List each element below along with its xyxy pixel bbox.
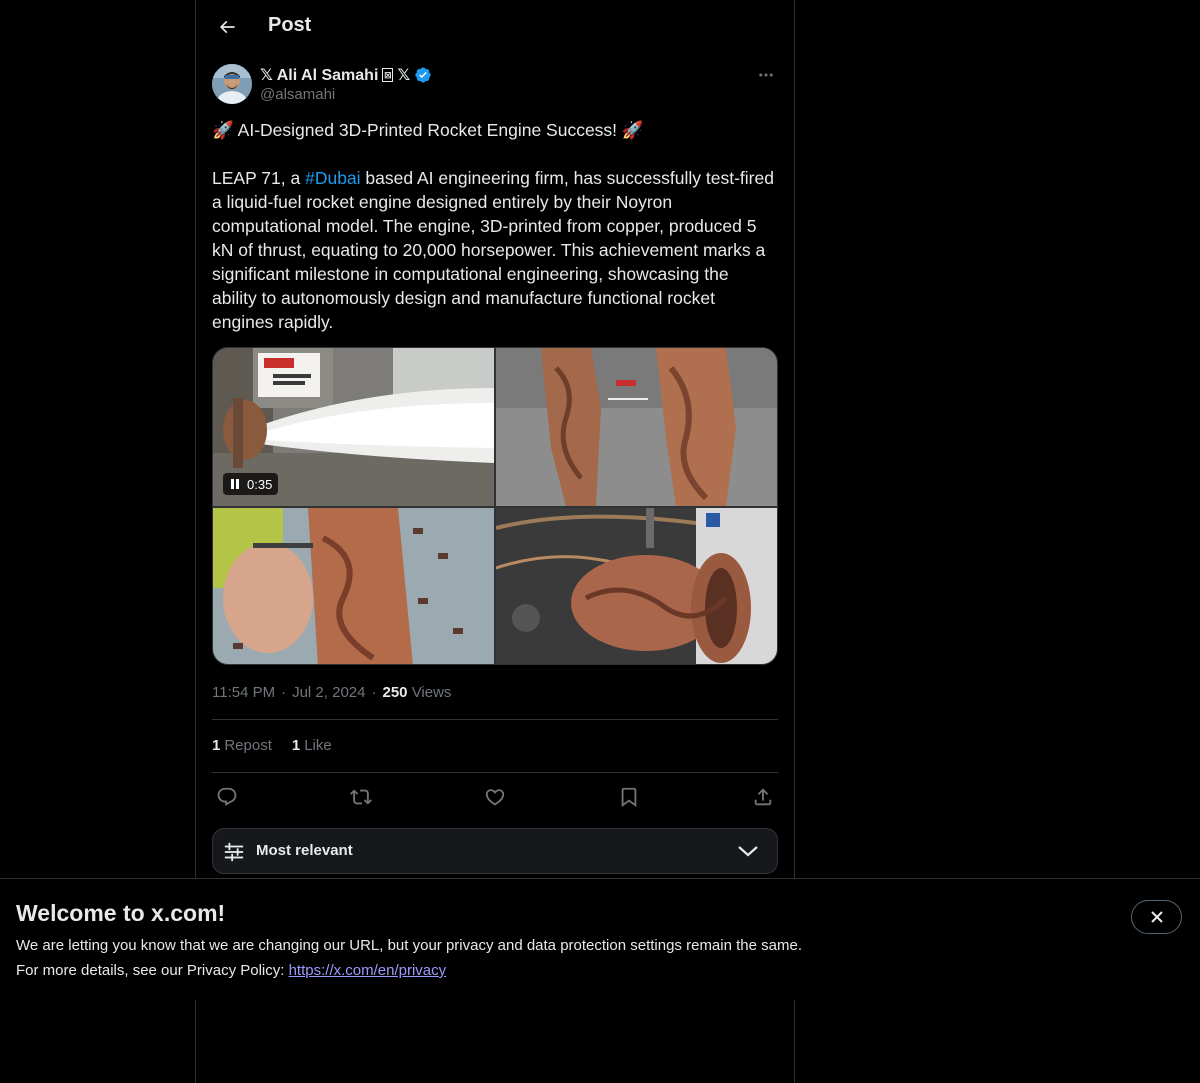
bookmark-button[interactable] bbox=[614, 782, 644, 812]
like-button[interactable] bbox=[480, 782, 510, 812]
post-author: 𝕏 Ali Al Samahi ⊠ 𝕏 @alsamahi bbox=[212, 64, 778, 108]
back-arrow-icon bbox=[219, 20, 235, 34]
likes-label: Like bbox=[304, 737, 332, 754]
reply-button[interactable] bbox=[212, 782, 242, 812]
close-banner-button[interactable] bbox=[1131, 900, 1182, 934]
welcome-banner: Welcome to x.com! We are letting you kno… bbox=[0, 878, 1200, 1000]
post-body-prefix: LEAP 71, a bbox=[212, 168, 306, 188]
repost-icon bbox=[350, 789, 372, 805]
reposts-stat[interactable]: 1 Repost bbox=[212, 737, 272, 754]
divider bbox=[212, 719, 778, 720]
hashtag-link[interactable]: #Dubai bbox=[305, 168, 360, 188]
post-text: 🚀 AI-Designed 3D-Printed Rocket Engine S… bbox=[212, 118, 778, 358]
media-photo-4[interactable] bbox=[496, 508, 777, 664]
likes-count: 1 bbox=[291, 737, 301, 754]
engagement-stats: 1 Repost 1 Like bbox=[212, 737, 332, 754]
meta-separator: · bbox=[371, 684, 377, 701]
reply-icon bbox=[217, 787, 237, 806]
reply-sort-dropdown[interactable]: Most relevant bbox=[212, 828, 778, 874]
post-date[interactable]: Jul 2, 2024 bbox=[292, 684, 365, 701]
media-grid: 0:35 bbox=[212, 347, 778, 665]
bookmark-icon bbox=[621, 787, 637, 808]
action-bar bbox=[212, 782, 778, 814]
video-duration: 0:35 bbox=[247, 476, 273, 492]
sort-label: Most relevant bbox=[256, 842, 353, 859]
share-button[interactable] bbox=[748, 782, 778, 812]
avatar[interactable] bbox=[212, 64, 252, 104]
repost-button[interactable] bbox=[346, 782, 376, 812]
post-body-suffix: based AI engineering firm, has successfu… bbox=[212, 168, 774, 332]
back-button[interactable] bbox=[209, 9, 245, 45]
author-name-line[interactable]: 𝕏 Ali Al Samahi ⊠ 𝕏 bbox=[260, 65, 432, 85]
privacy-policy-link[interactable]: https://x.com/en/privacy bbox=[289, 962, 447, 979]
more-icon bbox=[759, 73, 773, 77]
banner-message: We are letting you know that we are chan… bbox=[16, 937, 802, 954]
close-icon bbox=[1150, 911, 1163, 923]
banner-policy-prefix: For more details, see our Privacy Policy… bbox=[16, 962, 289, 979]
video-controls[interactable]: 0:35 bbox=[223, 473, 279, 495]
post-time[interactable]: 11:54 PM bbox=[212, 684, 275, 701]
divider bbox=[212, 772, 778, 773]
media-photo-2[interactable] bbox=[496, 348, 777, 506]
post-headline: 🚀 AI-Designed 3D-Printed Rocket Engine S… bbox=[212, 120, 644, 140]
meta-separator: · bbox=[281, 684, 287, 701]
page-title: Post bbox=[268, 14, 312, 36]
author-name[interactable]: 𝕏 Ali Al Samahi bbox=[260, 65, 378, 85]
view-count: 250 Views bbox=[382, 684, 451, 701]
verified-badge-icon bbox=[415, 67, 431, 83]
share-icon bbox=[754, 788, 772, 806]
name-glyph-icon: ⊠ bbox=[382, 68, 394, 82]
post-meta: 11:54 PM · Jul 2, 2024 · 250 Views bbox=[212, 684, 451, 701]
views-number: 250 bbox=[382, 684, 408, 701]
like-icon bbox=[485, 789, 505, 806]
sliders-icon bbox=[224, 842, 244, 862]
media-photo-3[interactable] bbox=[213, 508, 494, 664]
post-body: LEAP 71, a #Dubai based AI engineering f… bbox=[212, 166, 778, 334]
banner-title: Welcome to x.com! bbox=[16, 900, 226, 926]
page-header: Post bbox=[196, 0, 794, 54]
more-button[interactable] bbox=[754, 64, 778, 86]
pause-icon bbox=[231, 479, 239, 489]
reposts-label: Repost bbox=[224, 737, 272, 754]
chevron-down-icon bbox=[738, 846, 758, 857]
reposts-count: 1 bbox=[212, 737, 221, 754]
views-label: Views bbox=[411, 684, 452, 701]
likes-stat[interactable]: 1 Like bbox=[292, 737, 332, 754]
author-name-suffix: 𝕏 bbox=[397, 67, 411, 84]
media-video[interactable]: 0:35 bbox=[213, 348, 494, 506]
author-handle[interactable]: @alsamahi bbox=[260, 86, 335, 103]
banner-policy-line: For more details, see our Privacy Policy… bbox=[16, 962, 446, 979]
